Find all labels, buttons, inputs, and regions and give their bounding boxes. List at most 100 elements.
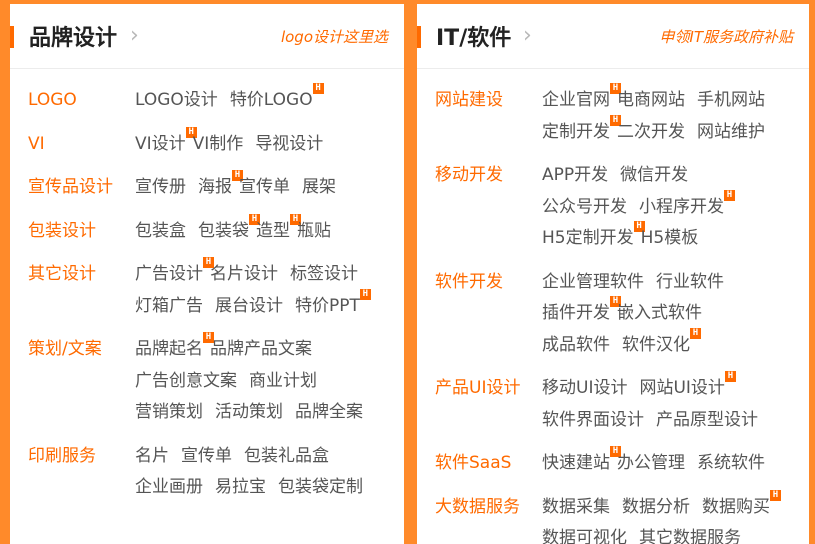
category-label[interactable]: 软件SaaS [435, 451, 511, 475]
service-link[interactable]: 商业计划 [249, 369, 317, 393]
service-link-label: 营销策划 [135, 402, 203, 422]
link-line: 软件界面设计产品原型设计 [542, 408, 809, 440]
service-link[interactable]: 网站维护 [697, 120, 765, 144]
service-link[interactable]: 嵌入式软件 [617, 301, 702, 325]
category-label[interactable]: 宣传品设计 [28, 175, 113, 199]
link-line: 品牌起名H 品牌产品文案 [135, 337, 404, 369]
service-link[interactable]: 易拉宝 [215, 475, 266, 499]
service-link-label: H5定制开发 [542, 228, 634, 248]
service-link[interactable]: 瓶贴 [297, 219, 331, 243]
service-link[interactable]: 企业管理软件 [542, 270, 644, 294]
service-link[interactable]: 行业软件 [656, 270, 724, 294]
service-link[interactable]: 名片设计 [210, 262, 278, 286]
category-label[interactable]: 策划/文案 [28, 337, 102, 361]
service-link[interactable]: 包装袋定制 [278, 475, 363, 499]
service-link[interactable]: 包装盒 [135, 219, 186, 243]
service-link[interactable]: 广告创意文案 [135, 369, 237, 393]
service-link-label: 瓶贴 [297, 221, 331, 241]
chevron-right-icon[interactable]: › [130, 23, 139, 48]
service-link[interactable]: 软件汉化H [622, 333, 690, 357]
service-link[interactable]: VI制作 [193, 132, 244, 156]
link-line: 快速建站H 办公管理系统软件 [542, 451, 809, 483]
service-link[interactable]: 软件界面设计 [542, 408, 644, 432]
panel-title[interactable]: 品牌设计 [29, 20, 117, 52]
category-links: 包装盒包装袋H 造型H 瓶贴 [135, 219, 404, 251]
service-link[interactable]: 数据分析 [622, 495, 690, 519]
promo-link[interactable]: logo设计这里选 [281, 26, 388, 47]
service-link[interactable]: 广告设计H [135, 262, 203, 286]
service-link[interactable]: 插件开发H [542, 301, 610, 325]
category-label[interactable]: 大数据服务 [435, 495, 520, 519]
service-link[interactable]: 宣传册 [135, 175, 186, 199]
service-link[interactable]: 数据采集 [542, 495, 610, 519]
service-link[interactable]: 品牌产品文案 [210, 337, 312, 361]
service-link[interactable]: 特价PPTH [295, 294, 360, 318]
service-link-label: H5模板 [641, 228, 699, 248]
service-link[interactable]: 快速建站H [542, 451, 610, 475]
service-link[interactable]: 灯箱广告 [135, 294, 203, 318]
link-line: H5定制开发H H5模板 [542, 226, 809, 258]
service-link[interactable]: 网站UI设计H [639, 376, 724, 400]
service-link[interactable]: 微信开发 [620, 163, 688, 187]
service-link[interactable]: 办公管理 [617, 451, 685, 475]
service-link[interactable]: 宣传单 [181, 444, 232, 468]
service-link[interactable]: 品牌全案 [295, 400, 363, 424]
promo-link[interactable]: 申领IT服务政府补贴 [659, 26, 793, 47]
hot-badge-icon: H [770, 490, 781, 501]
service-link[interactable]: 宣传单 [239, 175, 290, 199]
category-label[interactable]: VI [28, 132, 45, 156]
category-label[interactable]: 网站建设 [435, 88, 503, 112]
category-label[interactable]: 移动开发 [435, 163, 503, 187]
service-link[interactable]: 数据可视化 [542, 526, 627, 544]
service-link[interactable]: LOGO设计 [135, 88, 218, 112]
service-link[interactable]: 包装礼品盒 [244, 444, 329, 468]
category-label[interactable]: 印刷服务 [28, 444, 96, 468]
service-link[interactable]: 名片 [135, 444, 169, 468]
service-link-label: 微信开发 [620, 165, 688, 185]
category-label[interactable]: LOGO [28, 88, 77, 112]
service-link[interactable]: 公众号开发 [542, 195, 627, 219]
service-link[interactable]: 产品原型设计 [656, 408, 758, 432]
category-label[interactable]: 软件开发 [435, 270, 503, 294]
link-line: VI设计H VI制作导视设计 [135, 132, 404, 164]
service-link[interactable]: 定制开发H [542, 120, 610, 144]
service-link[interactable]: 企业官网H [542, 88, 610, 112]
link-line: 包装盒包装袋H 造型H 瓶贴 [135, 219, 404, 251]
panel-title[interactable]: IT/软件 [436, 20, 511, 52]
service-link[interactable]: 特价LOGOH [230, 88, 313, 112]
service-link[interactable]: 小程序开发H [639, 195, 724, 219]
service-link[interactable]: 其它数据服务 [639, 526, 741, 544]
service-link-label: 包装礼品盒 [244, 446, 329, 466]
service-link[interactable]: 电商网站 [617, 88, 685, 112]
service-link[interactable]: 活动策划 [215, 400, 283, 424]
service-link[interactable]: 系统软件 [697, 451, 765, 475]
service-link[interactable]: 品牌起名H [135, 337, 203, 361]
service-link[interactable]: 海报H [198, 175, 232, 199]
category-label[interactable]: 产品UI设计 [435, 376, 520, 400]
service-link[interactable]: 移动UI设计 [542, 376, 627, 400]
service-link[interactable]: VI设计H [135, 132, 186, 156]
service-link[interactable]: 二次开发 [617, 120, 685, 144]
service-link[interactable]: 展台设计 [215, 294, 283, 318]
service-link-label: 手机网站 [697, 90, 765, 110]
service-link-label: LOGO设计 [135, 90, 218, 110]
service-link[interactable]: 营销策划 [135, 400, 203, 424]
category-label[interactable]: 包装设计 [28, 219, 96, 243]
hot-badge-icon: H [724, 190, 735, 201]
service-link[interactable]: 造型H [256, 219, 290, 243]
service-link[interactable]: 展架 [302, 175, 336, 199]
service-link[interactable]: H5定制开发H [542, 226, 634, 250]
service-link[interactable]: 包装袋H [198, 219, 249, 243]
service-link[interactable]: H5模板 [641, 226, 699, 250]
service-link[interactable]: 成品软件 [542, 333, 610, 357]
service-link[interactable]: 数据购买H [702, 495, 770, 519]
category-label[interactable]: 其它设计 [28, 262, 96, 286]
service-link[interactable]: 企业画册 [135, 475, 203, 499]
category-links: 品牌起名H 品牌产品文案广告创意文案商业计划营销策划活动策划品牌全案 [135, 337, 404, 432]
service-link[interactable]: 标签设计 [290, 262, 358, 286]
chevron-right-icon[interactable]: › [523, 23, 532, 48]
service-link[interactable]: APP开发 [542, 163, 608, 187]
service-link[interactable]: 手机网站 [697, 88, 765, 112]
service-link[interactable]: 导视设计 [255, 132, 323, 156]
service-link-label: 定制开发 [542, 122, 610, 142]
